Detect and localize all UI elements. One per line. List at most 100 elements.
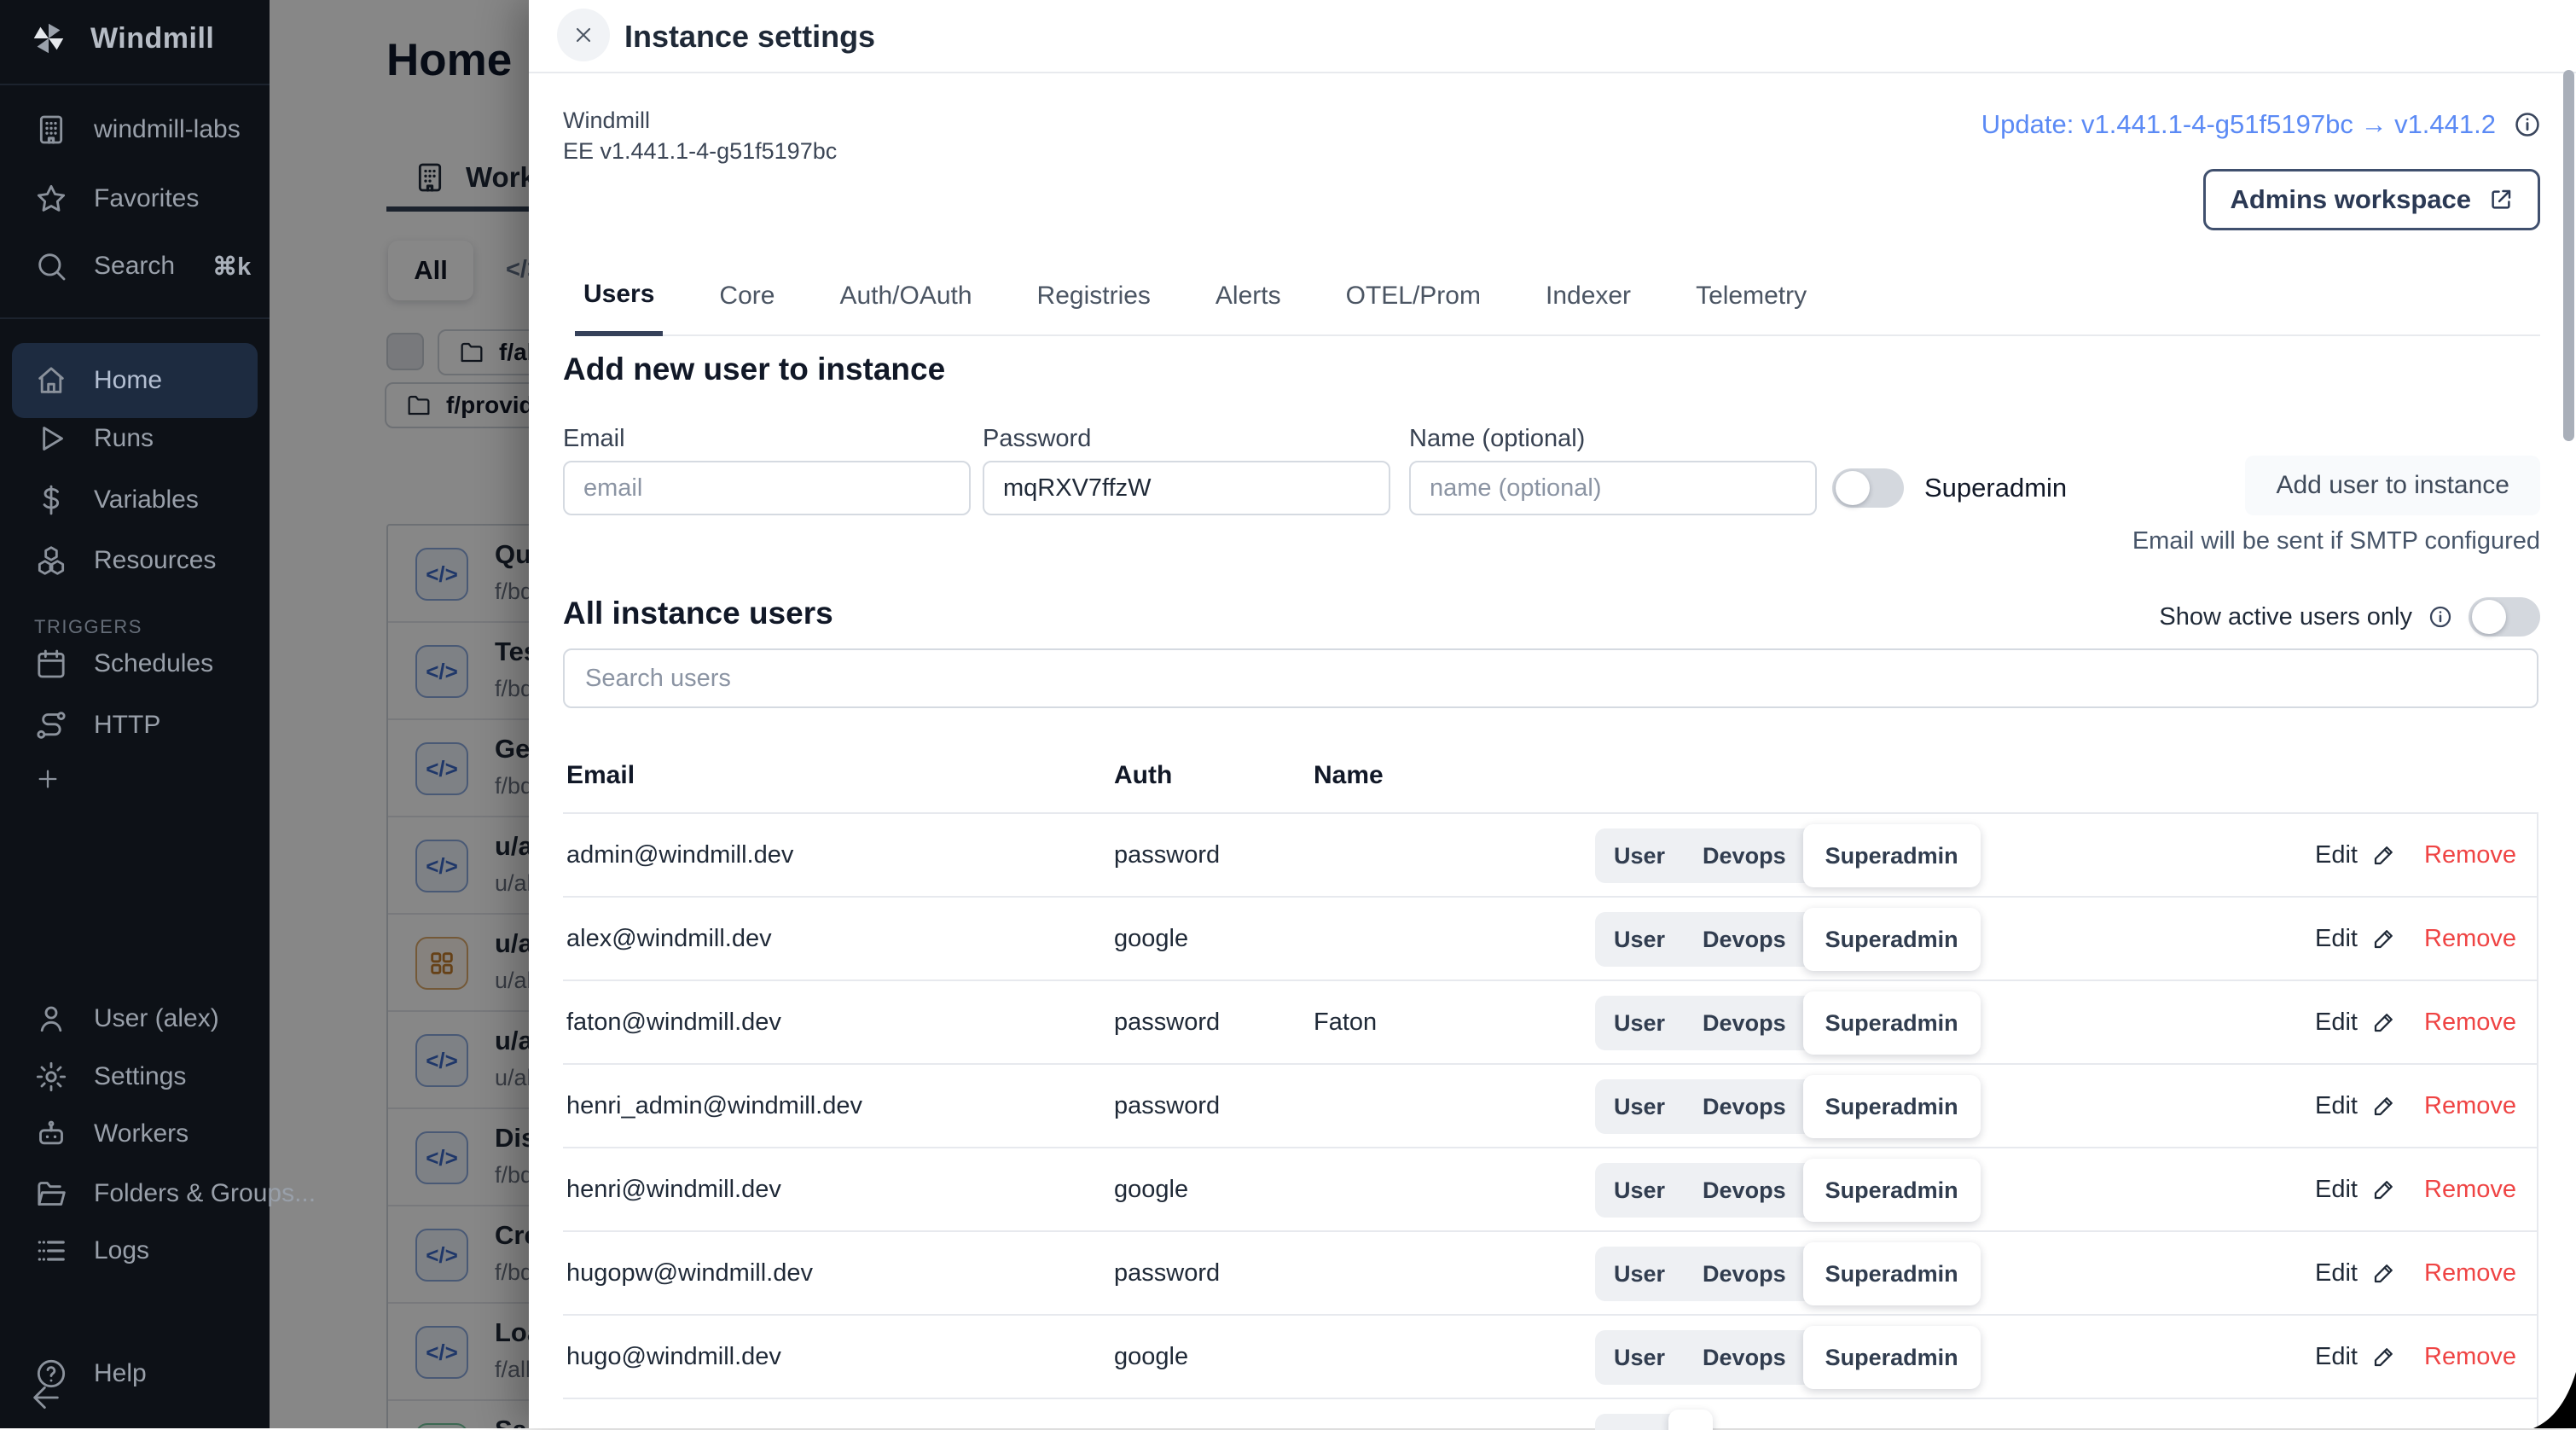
- sidebar-item-runs[interactable]: Runs: [0, 408, 270, 469]
- edit-label: Edit: [2315, 1259, 2358, 1288]
- folder-open-icon: [34, 1177, 68, 1211]
- remove-button[interactable]: Remove: [2424, 841, 2516, 869]
- star-icon: [34, 182, 68, 216]
- show-active-toggle[interactable]: [2469, 597, 2540, 637]
- table-right-border: [2537, 812, 2538, 1428]
- role-user-button[interactable]: User: [1595, 1330, 1684, 1385]
- sidebar-item-variables[interactable]: Variables: [0, 469, 270, 531]
- tab-alerts[interactable]: Alerts: [1207, 258, 1290, 334]
- sidebar-item-resources[interactable]: Resources: [0, 530, 270, 591]
- sidebar-item-schedules[interactable]: Schedules: [0, 633, 270, 695]
- smtp-note: Email will be sent if SMTP configured: [2132, 527, 2540, 555]
- edit-button[interactable]: Edit: [2315, 1259, 2397, 1288]
- list-icon: [34, 1234, 68, 1268]
- sidebar-item-settings[interactable]: Settings: [0, 1046, 270, 1107]
- drawer-scrollbar[interactable]: [2563, 70, 2574, 441]
- edit-button[interactable]: Edit: [2315, 1092, 2397, 1120]
- tab-core[interactable]: Core: [711, 258, 783, 334]
- role-devops-button[interactable]: Devops: [1684, 996, 1805, 1050]
- building-icon: [34, 113, 68, 147]
- superadmin-toggle[interactable]: [1832, 468, 1904, 508]
- role-user-button[interactable]: User: [1595, 912, 1684, 967]
- user-auth: password: [1114, 814, 1220, 896]
- password-field[interactable]: [983, 461, 1390, 515]
- role-user-button[interactable]: [1595, 1414, 1633, 1430]
- role-superadmin-button[interactable]: Superadmin: [1803, 1326, 1981, 1389]
- role-user-button[interactable]: User: [1595, 1163, 1684, 1218]
- role-superadmin-button[interactable]: Superadmin: [1803, 908, 1981, 971]
- edit-button[interactable]: Edit: [2315, 841, 2397, 869]
- superadmin-label: Superadmin: [1924, 473, 2067, 503]
- sidebar-item-favorites[interactable]: Favorites: [0, 168, 270, 230]
- sidebar-item-home[interactable]: Home: [12, 343, 258, 418]
- email-label: Email: [563, 425, 625, 453]
- sidebar-item-workspace[interactable]: windmill-labs: [0, 99, 270, 160]
- remove-button[interactable]: Remove: [2424, 1092, 2516, 1120]
- role-devops-button[interactable]: Devops: [1684, 1247, 1805, 1301]
- row-actions: Edit Remove: [2315, 1148, 2516, 1230]
- tab-indexer[interactable]: Indexer: [1537, 258, 1639, 334]
- tab-registries[interactable]: Registries: [1029, 258, 1159, 334]
- variables-label: Variables: [94, 485, 199, 514]
- tab-otel-prom[interactable]: OTEL/Prom: [1337, 258, 1489, 334]
- name-field[interactable]: [1409, 461, 1817, 515]
- sidebar-item-workers[interactable]: Workers: [0, 1103, 270, 1165]
- workspace-name: windmill-labs: [94, 115, 241, 144]
- role-user-button[interactable]: User: [1595, 1079, 1684, 1134]
- sidebar-item-user[interactable]: User (alex): [0, 988, 270, 1049]
- role-devops-button[interactable]: Devops: [1684, 1079, 1805, 1134]
- edit-button[interactable]: Edit: [2315, 1176, 2397, 1204]
- role-segmented-control: [1595, 1414, 1711, 1430]
- role-superadmin-button[interactable]: Superadmin: [1803, 1242, 1981, 1305]
- remove-button[interactable]: Remove: [2424, 1009, 2516, 1037]
- pencil-icon: [2371, 1093, 2397, 1119]
- remove-button[interactable]: Remove: [2424, 925, 2516, 953]
- calendar-icon: [34, 647, 68, 681]
- sidebar-add-trigger[interactable]: [0, 748, 270, 810]
- role-superadmin-button[interactable]: Superadmin: [1803, 824, 1981, 887]
- role-devops-button[interactable]: Devops: [1684, 828, 1805, 883]
- sidebar-item-http[interactable]: HTTP: [0, 695, 270, 756]
- row-actions: Edit Remove: [2315, 814, 2516, 896]
- role-devops-button[interactable]: [1633, 1414, 1670, 1430]
- info-icon[interactable]: [2428, 604, 2453, 630]
- update-version-link[interactable]: Update: v1.441.1-4-g51f5197bc → v1.441.2: [1981, 109, 2496, 140]
- sidebar-item-logs[interactable]: Logs: [0, 1220, 270, 1282]
- role-devops-button[interactable]: Devops: [1684, 1330, 1805, 1385]
- role-devops-button[interactable]: Devops: [1684, 912, 1805, 967]
- edit-button[interactable]: Edit: [2315, 1343, 2397, 1371]
- windmill-logo[interactable]: Windmill: [29, 19, 214, 58]
- tab-users[interactable]: Users: [575, 258, 663, 336]
- add-user-button[interactable]: Add user to instance: [2245, 456, 2540, 515]
- remove-button[interactable]: Remove: [2424, 1259, 2516, 1288]
- edit-button[interactable]: Edit: [2315, 925, 2397, 953]
- role-superadmin-button[interactable]: [1668, 1410, 1713, 1430]
- tab-auth-oauth[interactable]: Auth/OAuth: [831, 258, 980, 334]
- info-icon[interactable]: [2513, 110, 2542, 139]
- close-button[interactable]: [557, 9, 610, 61]
- role-superadmin-button[interactable]: Superadmin: [1803, 991, 1981, 1055]
- role-devops-button[interactable]: Devops: [1684, 1163, 1805, 1218]
- search-users-input[interactable]: [563, 648, 2538, 708]
- collapse-sidebar-arrow-icon[interactable]: [29, 1381, 63, 1415]
- role-segmented-control: User Devops Superadmin: [1595, 1163, 1979, 1218]
- drawer-backdrop[interactable]: [270, 0, 529, 1428]
- role-user-button[interactable]: User: [1595, 828, 1684, 883]
- users-table: admin@windmill.dev password User Devops …: [563, 812, 2538, 1430]
- remove-button[interactable]: Remove: [2424, 1176, 2516, 1204]
- remove-button[interactable]: Remove: [2424, 1343, 2516, 1371]
- role-superadmin-button[interactable]: Superadmin: [1803, 1075, 1981, 1138]
- tab-telemetry[interactable]: Telemetry: [1687, 258, 1815, 334]
- role-user-button[interactable]: User: [1595, 996, 1684, 1050]
- show-active-label: Show active users only: [2159, 603, 2412, 631]
- role-superadmin-button[interactable]: Superadmin: [1803, 1159, 1981, 1222]
- role-user-button[interactable]: User: [1595, 1247, 1684, 1301]
- sidebar-item-search[interactable]: Search ⌘k: [0, 235, 270, 297]
- email-field[interactable]: [563, 461, 971, 515]
- sidebar-item-folders[interactable]: Folders & Groups...: [0, 1163, 270, 1224]
- admins-workspace-button[interactable]: Admins workspace: [2203, 169, 2540, 230]
- edit-button[interactable]: Edit: [2315, 1009, 2397, 1037]
- drawer-title: Instance settings: [624, 19, 875, 55]
- sidebar: Windmill windmill-labs Favorites Search …: [0, 0, 270, 1428]
- user-email: henri@windmill.dev: [566, 1148, 781, 1230]
